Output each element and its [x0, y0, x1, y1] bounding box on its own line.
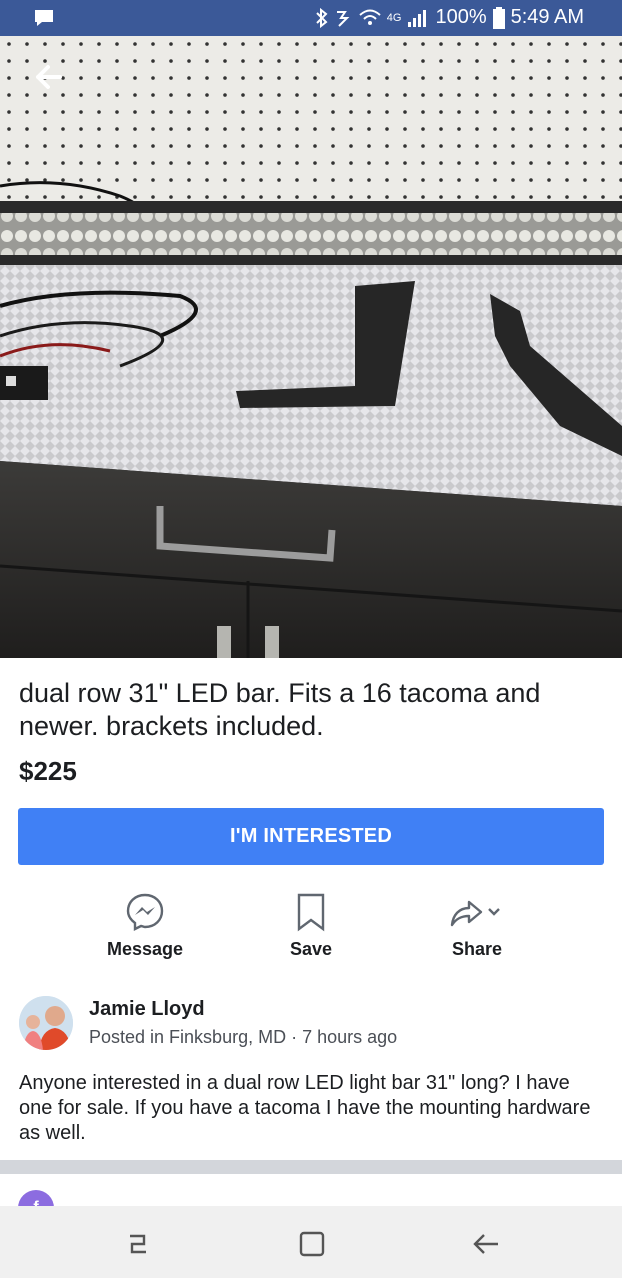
data-saver-icon — [336, 10, 350, 27]
home-icon[interactable] — [292, 1224, 332, 1264]
battery-icon — [492, 6, 505, 29]
seller-name[interactable]: Jamie Lloyd — [89, 998, 205, 1021]
recent-apps-icon[interactable] — [118, 1224, 158, 1264]
signal-icon — [408, 9, 427, 27]
listing-photo[interactable] — [0, 36, 622, 658]
battery-percentage: 100% — [435, 6, 487, 28]
bluetooth-icon — [316, 7, 328, 28]
status-icons: 4G 100% 5:49 AM — [315, 6, 584, 29]
network-type: 4G — [386, 11, 402, 24]
back-arrow-icon[interactable] — [30, 62, 66, 92]
seller-avatar[interactable] — [19, 996, 73, 1050]
post-location-time: Posted in Finksburg, MD · 7 hours ago — [89, 1027, 398, 1047]
status-bar: 4G 100% 5:49 AM — [0, 0, 622, 36]
share-icon — [450, 900, 500, 927]
save-label: Save — [289, 939, 333, 959]
listing-price: $225 — [19, 756, 77, 786]
share-label: Share — [451, 939, 503, 959]
bookmark-icon — [297, 893, 325, 932]
system-nav-bar — [0, 1206, 622, 1278]
messenger-icon — [126, 893, 164, 931]
clock: 5:49 AM — [510, 6, 584, 28]
interested-button[interactable]: I'M INTERESTED — [18, 808, 604, 865]
action-row: Message Save Share — [0, 888, 622, 968]
wifi-icon — [359, 9, 381, 25]
listing-title: dual row 31" LED bar. Fits a 16 tacoma a… — [19, 678, 541, 741]
listing-description: Anyone interested in a dual row LED ligh… — [19, 1072, 591, 1144]
message-label: Message — [106, 939, 184, 959]
section-divider — [0, 1160, 622, 1174]
chat-notification-icon — [34, 9, 54, 32]
back-nav-icon[interactable] — [466, 1224, 506, 1264]
